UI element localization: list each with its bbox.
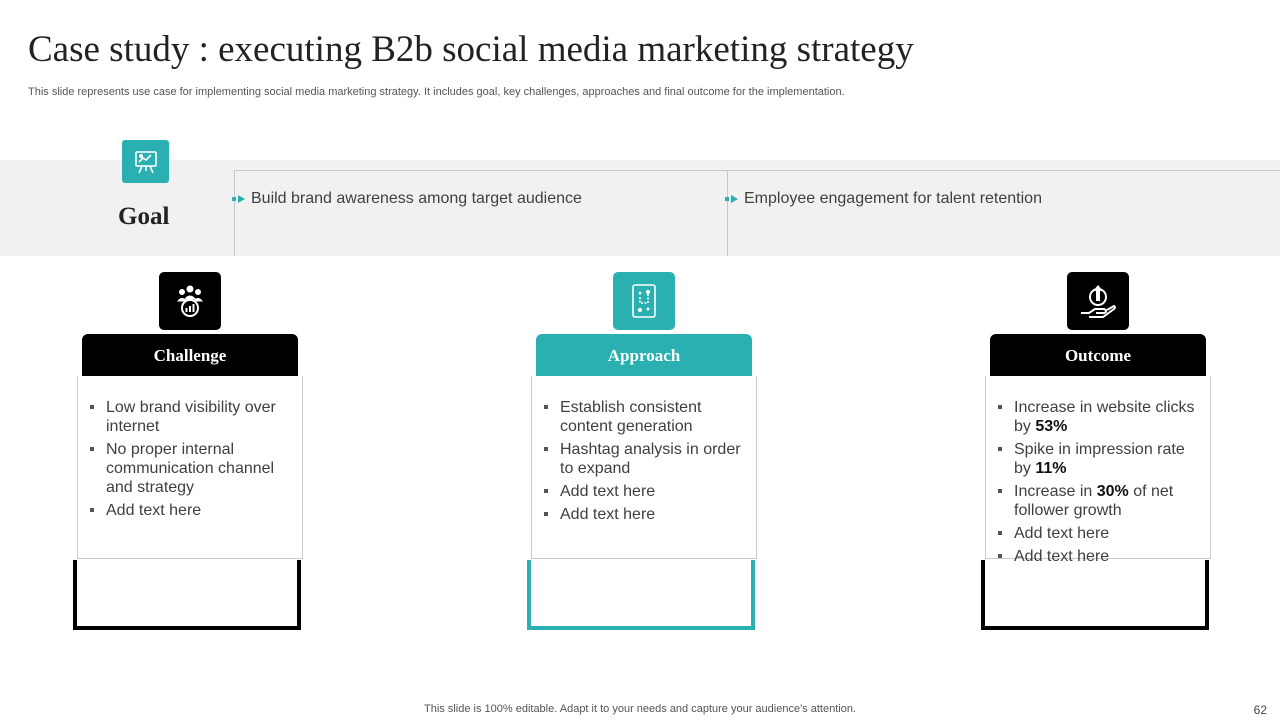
list-item: Increase in 30% of net follower growth (996, 482, 1198, 520)
list-item: Spike in impression rate by 11% (996, 440, 1198, 478)
goal-item: Employee engagement for talent retention (725, 190, 1042, 208)
goal-divider (727, 170, 728, 256)
goal-top-line (234, 170, 1280, 171)
list-item: Add text here (996, 524, 1198, 543)
approach-card: Establish consistent content generation … (531, 376, 757, 559)
arrow-bullet-icon (725, 195, 738, 203)
list-item: Increase in website clicks by 53% (996, 398, 1198, 436)
approach-list: Establish consistent content generation … (542, 398, 744, 524)
goal-band (0, 160, 1280, 256)
list-item: Add text here (542, 505, 744, 524)
goal-label: Goal (118, 203, 170, 230)
list-item: No proper internal communication channel… (88, 440, 290, 497)
presentation-board-icon (122, 140, 169, 183)
footer-note: This slide is 100% editable. Adapt it to… (424, 703, 856, 715)
goal-item-text: Employee engagement for talent retention (744, 190, 1042, 207)
list-item-text: Increase in (1014, 483, 1097, 500)
list-item: Add text here (996, 547, 1198, 566)
outcome-list: Increase in website clicks by 53% Spike … (996, 398, 1198, 566)
outcome-header: Outcome (990, 334, 1206, 377)
list-item: Hashtag analysis in order to expand (542, 440, 744, 478)
challenge-card-frame (73, 560, 301, 630)
outcome-card-frame (981, 560, 1209, 630)
stat-value: 30% (1096, 483, 1129, 500)
approach-header: Approach (536, 334, 752, 377)
challenge-list: Low brand visibility over internet No pr… (88, 398, 290, 520)
goal-item-text: Build brand awareness among target audie… (251, 190, 582, 207)
outcome-card: Increase in website clicks by 53% Spike … (985, 376, 1211, 565)
goal-item: Build brand awareness among target audie… (232, 190, 582, 208)
slide-subtitle: This slide represents use case for imple… (28, 86, 845, 98)
list-item: Add text here (88, 501, 290, 520)
stat-value: 11% (1035, 460, 1067, 477)
goal-divider (234, 170, 235, 256)
challenge-card: Low brand visibility over internet No pr… (77, 376, 303, 559)
team-analytics-icon (159, 272, 221, 330)
list-item: Low brand visibility over internet (88, 398, 290, 436)
slide-title: Case study : executing B2b social media … (28, 29, 914, 70)
list-item: Establish consistent content generation (542, 398, 744, 436)
challenge-header: Challenge (82, 334, 298, 377)
strategy-plan-icon (613, 272, 675, 330)
approach-card-frame (527, 560, 755, 630)
growth-hand-icon (1067, 272, 1129, 330)
stat-value: 53% (1035, 418, 1068, 435)
list-item: Add text here (542, 482, 744, 501)
page-number: 62 (1253, 703, 1267, 717)
arrow-bullet-icon (232, 195, 245, 203)
